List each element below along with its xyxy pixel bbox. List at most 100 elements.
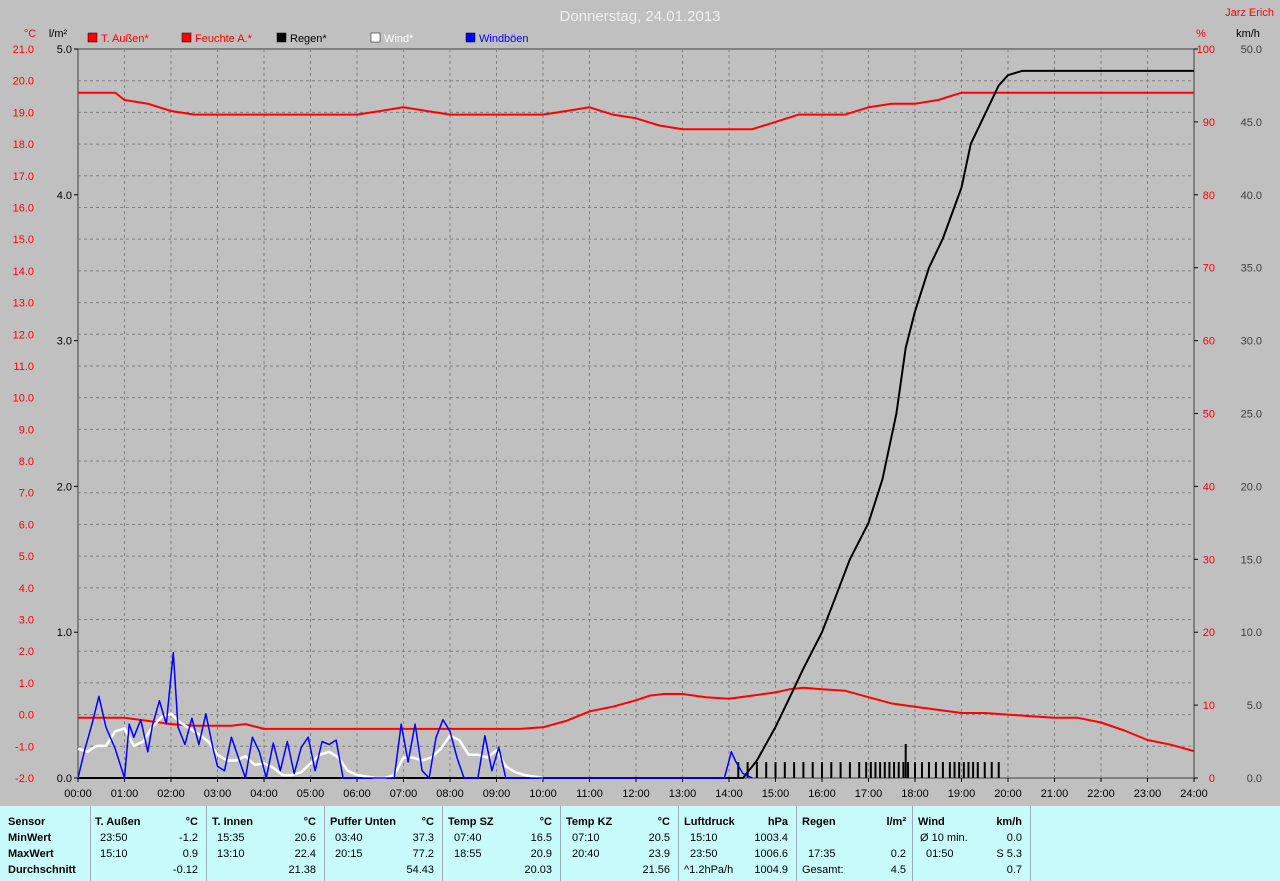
stat-min-val: -1.2 [179,832,198,844]
chart-background [0,0,1280,806]
stat-name: T. Außen [95,816,141,828]
wind-tick-label: 15.0 [1241,554,1262,566]
humidity-tick-label: 30 [1203,554,1215,566]
stat-name: Luftdruck [684,816,735,828]
wind-tick-label: 0.0 [1247,773,1262,785]
row-label-sensor: Sensor [8,816,46,828]
stat-max-val: 22.4 [294,848,316,860]
time-tick-label: 15:00 [762,788,790,800]
row-label-max: MaxWert [8,848,54,860]
temp-tick-label: -1.0 [15,741,34,753]
rain-tick-label: 0.0 [57,773,72,785]
temp-tick-label: 17.0 [13,171,34,183]
wind-tick-label: 25.0 [1241,409,1262,421]
stat-unit: °C [421,816,434,828]
stat-name: Temp KZ [566,816,613,828]
stat-max-time: 20:15 [335,848,363,860]
temp-tick-label: 6.0 [19,519,34,531]
time-tick-label: 00:00 [64,788,92,800]
stat-avg-val: 4.5 [890,864,906,876]
stat-name: Wind [918,816,945,828]
unit-label-rain: l/m² [49,28,68,40]
stat-unit: l/m² [886,816,906,828]
stat-name: T. Innen [212,816,253,828]
temp-tick-label: 4.0 [19,583,34,595]
weather-chart: Donnerstag, 24.01.2013 Jarz Erich °C l/m²% k… [0,0,1280,806]
stat-max-time: 17:35 [808,848,836,860]
humidity-tick-label: 50 [1203,409,1215,421]
time-tick-label: 16:00 [808,788,836,800]
temp-tick-label: 12.0 [13,329,34,341]
temp-tick-label: 19.0 [13,107,34,119]
stat-max-val: 77.2 [412,848,434,860]
wind-tick-label: 10.0 [1241,627,1262,639]
temp-tick-label: 9.0 [19,424,34,436]
stat-name: Regen [802,816,836,828]
chart-title: Donnerstag, 24.01.2013 [560,8,721,25]
stat-min-val: 37.3 [412,832,434,844]
stat-name: Temp SZ [448,816,494,828]
stats-col-puffer-unten: Puffer Unten °C 03:40 37.3 20:15 77.2 54.43 [324,806,443,881]
time-tick-label: 18:00 [901,788,929,800]
rain-tick-label: 5.0 [57,44,72,56]
temp-tick-label: 20.0 [13,76,34,88]
stat-min-val: 20.5 [648,832,670,844]
stat-min-time: Ø 10 min. [920,832,968,844]
rain-tick-label: 2.0 [57,481,72,493]
stat-min-time: 15:10 [690,832,718,844]
time-tick-label: 10:00 [529,788,557,800]
time-tick-label: 04:00 [250,788,278,800]
temp-tick-label: 10.0 [13,393,34,405]
temp-tick-label: 21.0 [13,44,34,56]
humidity-tick-label: 40 [1203,481,1215,493]
legend-swatch [465,32,476,43]
wind-tick-label: 30.0 [1241,336,1262,348]
stat-min-val: 16.5 [530,832,552,844]
legend-swatch [276,32,287,43]
stat-max-time: 15:10 [100,848,128,860]
humidity-tick-label: 10 [1203,700,1215,712]
legend-swatch [87,32,98,43]
stat-min-time: 07:10 [572,832,600,844]
chart-area: Donnerstag, 24.01.2013 Jarz Erich °C l/m²% k… [0,0,1280,806]
stats-col-t-innen: T. Innen °C 15:35 20.6 13:10 22.4 21.38 [206,806,325,881]
rain-tick-label: 1.0 [57,627,72,639]
time-tick-label: 08:00 [436,788,464,800]
stats-panel: Sensor MinWert MaxWert Durchschnitt T. A… [0,806,1280,881]
stat-max-time: 20:40 [572,848,600,860]
rain-tick-label: 4.0 [57,190,72,202]
stat-min-val: 20.6 [294,832,316,844]
time-tick-label: 11:00 [576,788,603,800]
legend-label: Regen* [290,33,327,45]
stat-avg-val: 20.03 [524,864,552,876]
stat-min-time: 23:50 [100,832,128,844]
time-tick-label: 22:00 [1087,788,1115,800]
temp-tick-label: 13.0 [13,298,34,310]
time-tick-label: 14:00 [715,788,743,800]
stat-min-time: 15:35 [217,832,245,844]
stat-avg-val: 0.7 [1006,864,1022,876]
time-tick-label: 05:00 [297,788,325,800]
stat-unit: °C [185,816,198,828]
time-tick-label: 23:00 [1134,788,1162,800]
temp-tick-label: 11.0 [13,361,34,373]
time-tick-label: 03:00 [204,788,232,800]
time-tick-label: 02:00 [157,788,185,800]
legend-label: Feuchte A.* [195,33,253,45]
legend-label: Windböen [479,33,529,45]
time-tick-label: 24:00 [1180,788,1208,800]
stat-unit: °C [657,816,670,828]
temp-tick-label: 7.0 [19,488,34,500]
stat-max-time: 01:50 [926,848,954,860]
stat-avg-label: ^1.2hPa/h [684,864,734,876]
temp-tick-label: 8.0 [19,456,34,468]
wind-tick-label: 40.0 [1241,190,1262,202]
stat-max-val: 0.9 [182,848,198,860]
rain-tick-label: 3.0 [57,336,72,348]
humidity-tick-label: 90 [1203,117,1215,129]
stat-avg-val: 1004.9 [754,864,788,876]
stat-max-val: 0.2 [890,848,906,860]
temp-tick-label: 14.0 [13,266,34,278]
row-label-avg: Durchschnitt [8,864,76,876]
wind-tick-label: 45.0 [1241,117,1262,129]
